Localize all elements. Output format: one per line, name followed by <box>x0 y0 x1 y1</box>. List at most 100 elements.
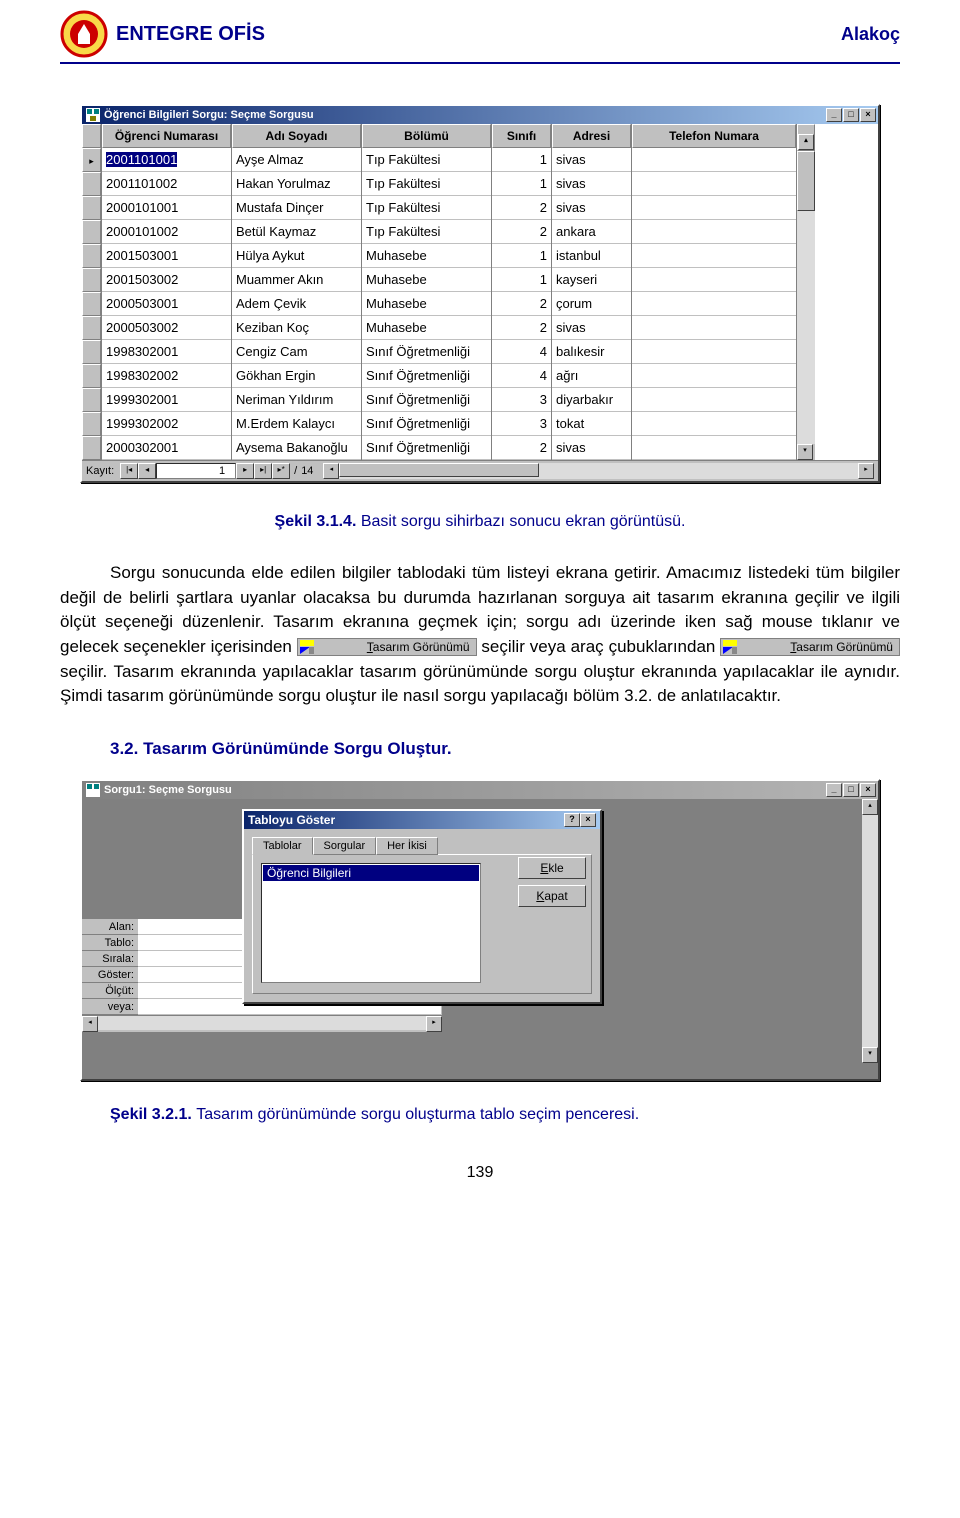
nav-first-button[interactable]: |◂ <box>120 463 138 479</box>
column-header[interactable]: Öğrenci Numarası <box>102 124 231 148</box>
table-cell[interactable]: Sınıf Öğretmenliği <box>362 412 491 436</box>
table-cell[interactable]: Aysema Bakanoğlu <box>232 436 361 460</box>
table-cell[interactable]: Muhasebe <box>362 316 491 340</box>
table-cell[interactable]: Neriman Yıldırım <box>232 388 361 412</box>
table-cell[interactable]: kayseri <box>552 268 631 292</box>
datasheet-grid[interactable]: ▸Öğrenci Numarası20011010012001101002200… <box>82 124 878 460</box>
close-dialog-button[interactable]: Kapat <box>518 885 586 907</box>
table-cell[interactable]: balıkesir <box>552 340 631 364</box>
tab-queries[interactable]: Sorgular <box>313 837 377 855</box>
table-cell[interactable]: diyarbakır <box>552 388 631 412</box>
table-cell[interactable]: Hakan Yorulmaz <box>232 172 361 196</box>
table-cell[interactable]: 4 <box>492 340 551 364</box>
table-cell[interactable]: 3 <box>492 388 551 412</box>
scroll-right-button[interactable]: ▸ <box>426 1016 442 1032</box>
table-cell[interactable] <box>632 220 796 244</box>
row-selector[interactable] <box>82 340 101 364</box>
table-cell[interactable]: sivas <box>552 436 631 460</box>
table-cell[interactable]: Adem Çevik <box>232 292 361 316</box>
table-cell[interactable]: sivas <box>552 316 631 340</box>
scroll-down-button[interactable]: ▾ <box>862 1047 878 1063</box>
table-cell[interactable]: 2000503001 <box>102 292 231 316</box>
table-cell[interactable] <box>632 244 796 268</box>
table-cell[interactable]: Tıp Fakültesi <box>362 196 491 220</box>
table-cell[interactable] <box>632 292 796 316</box>
close-button[interactable]: × <box>860 783 876 797</box>
table-cell[interactable]: Sınıf Öğretmenliği <box>362 364 491 388</box>
table-cell[interactable]: Tıp Fakültesi <box>362 220 491 244</box>
table-cell[interactable]: 2 <box>492 436 551 460</box>
vertical-scrollbar[interactable]: ▴▾ <box>797 124 815 460</box>
table-cell[interactable]: Ayşe Almaz <box>232 148 361 172</box>
row-selector[interactable] <box>82 388 101 412</box>
table-cell[interactable]: Tıp Fakültesi <box>362 148 491 172</box>
row-selector[interactable] <box>82 316 101 340</box>
close-button[interactable]: × <box>580 813 596 827</box>
table-cell[interactable]: Mustafa Dinçer <box>232 196 361 220</box>
scroll-left-button[interactable]: ◂ <box>323 463 339 479</box>
table-cell[interactable]: 1 <box>492 268 551 292</box>
maximize-button[interactable]: □ <box>843 108 859 122</box>
column-header[interactable]: Sınıfı <box>492 124 551 148</box>
table-cell[interactable]: 4 <box>492 364 551 388</box>
row-selector[interactable] <box>82 364 101 388</box>
table-cell[interactable]: çorum <box>552 292 631 316</box>
tab-tables[interactable]: Tablolar <box>252 837 313 855</box>
row-selector[interactable] <box>82 292 101 316</box>
table-cell[interactable]: tokat <box>552 412 631 436</box>
scroll-right-button[interactable]: ▸ <box>858 463 874 479</box>
scroll-left-button[interactable]: ◂ <box>82 1016 98 1032</box>
add-button[interactable]: Ekle <box>518 857 586 879</box>
table-cell[interactable] <box>632 436 796 460</box>
table-cell[interactable]: 1998302001 <box>102 340 231 364</box>
table-cell[interactable]: ankara <box>552 220 631 244</box>
table-cell[interactable]: Muammer Akın <box>232 268 361 292</box>
table-listbox[interactable]: Öğrenci Bilgileri <box>261 863 481 983</box>
table-cell[interactable]: 1999302001 <box>102 388 231 412</box>
dialog-titlebar[interactable]: Tabloyu Göster ? × <box>244 811 600 829</box>
column-header[interactable]: Bölümü <box>362 124 491 148</box>
table-cell[interactable]: Gökhan Ergin <box>232 364 361 388</box>
table-cell[interactable]: Keziban Koç <box>232 316 361 340</box>
table-cell[interactable] <box>632 316 796 340</box>
table-cell[interactable] <box>632 364 796 388</box>
table-cell[interactable]: 1 <box>492 148 551 172</box>
table-cell[interactable]: 2 <box>492 196 551 220</box>
close-button[interactable]: × <box>860 108 876 122</box>
nav-next-button[interactable]: ▸ <box>236 463 254 479</box>
minimize-button[interactable]: _ <box>826 783 842 797</box>
row-selector[interactable] <box>82 172 101 196</box>
table-cell[interactable]: 1998302002 <box>102 364 231 388</box>
table-cell[interactable]: 2000101001 <box>102 196 231 220</box>
table-cell[interactable]: 2 <box>492 292 551 316</box>
record-number[interactable]: 1 <box>156 463 236 479</box>
nav-prev-button[interactable]: ◂ <box>138 463 156 479</box>
table-cell[interactable]: Betül Kaymaz <box>232 220 361 244</box>
table-cell[interactable]: 3 <box>492 412 551 436</box>
nav-new-button[interactable]: ▸* <box>272 463 290 479</box>
table-cell[interactable]: Muhasebe <box>362 268 491 292</box>
table-cell[interactable]: istanbul <box>552 244 631 268</box>
row-selector[interactable] <box>82 436 101 460</box>
table-cell[interactable]: Sınıf Öğretmenliği <box>362 436 491 460</box>
table-cell[interactable]: Cengiz Cam <box>232 340 361 364</box>
help-button[interactable]: ? <box>564 813 580 827</box>
table-cell[interactable] <box>632 412 796 436</box>
table-cell[interactable]: Muhasebe <box>362 244 491 268</box>
table-cell[interactable]: sivas <box>552 148 631 172</box>
maximize-button[interactable]: □ <box>843 783 859 797</box>
table-cell[interactable]: 2001101002 <box>102 172 231 196</box>
table-cell[interactable]: Muhasebe <box>362 292 491 316</box>
table-cell[interactable]: 1 <box>492 244 551 268</box>
table-cell[interactable]: sivas <box>552 172 631 196</box>
horizontal-scrollbar[interactable]: ◂ ▸ <box>323 463 874 479</box>
table-cell[interactable]: M.Erdem Kalaycı <box>232 412 361 436</box>
table-cell[interactable]: Sınıf Öğretmenliği <box>362 340 491 364</box>
table-cell[interactable]: ağrı <box>552 364 631 388</box>
row-selector[interactable] <box>82 268 101 292</box>
table-cell[interactable]: 2 <box>492 220 551 244</box>
table-cell[interactable] <box>632 196 796 220</box>
table-cell[interactable]: 2001503002 <box>102 268 231 292</box>
table-cell[interactable]: 2 <box>492 316 551 340</box>
table-cell[interactable]: Tıp Fakültesi <box>362 172 491 196</box>
